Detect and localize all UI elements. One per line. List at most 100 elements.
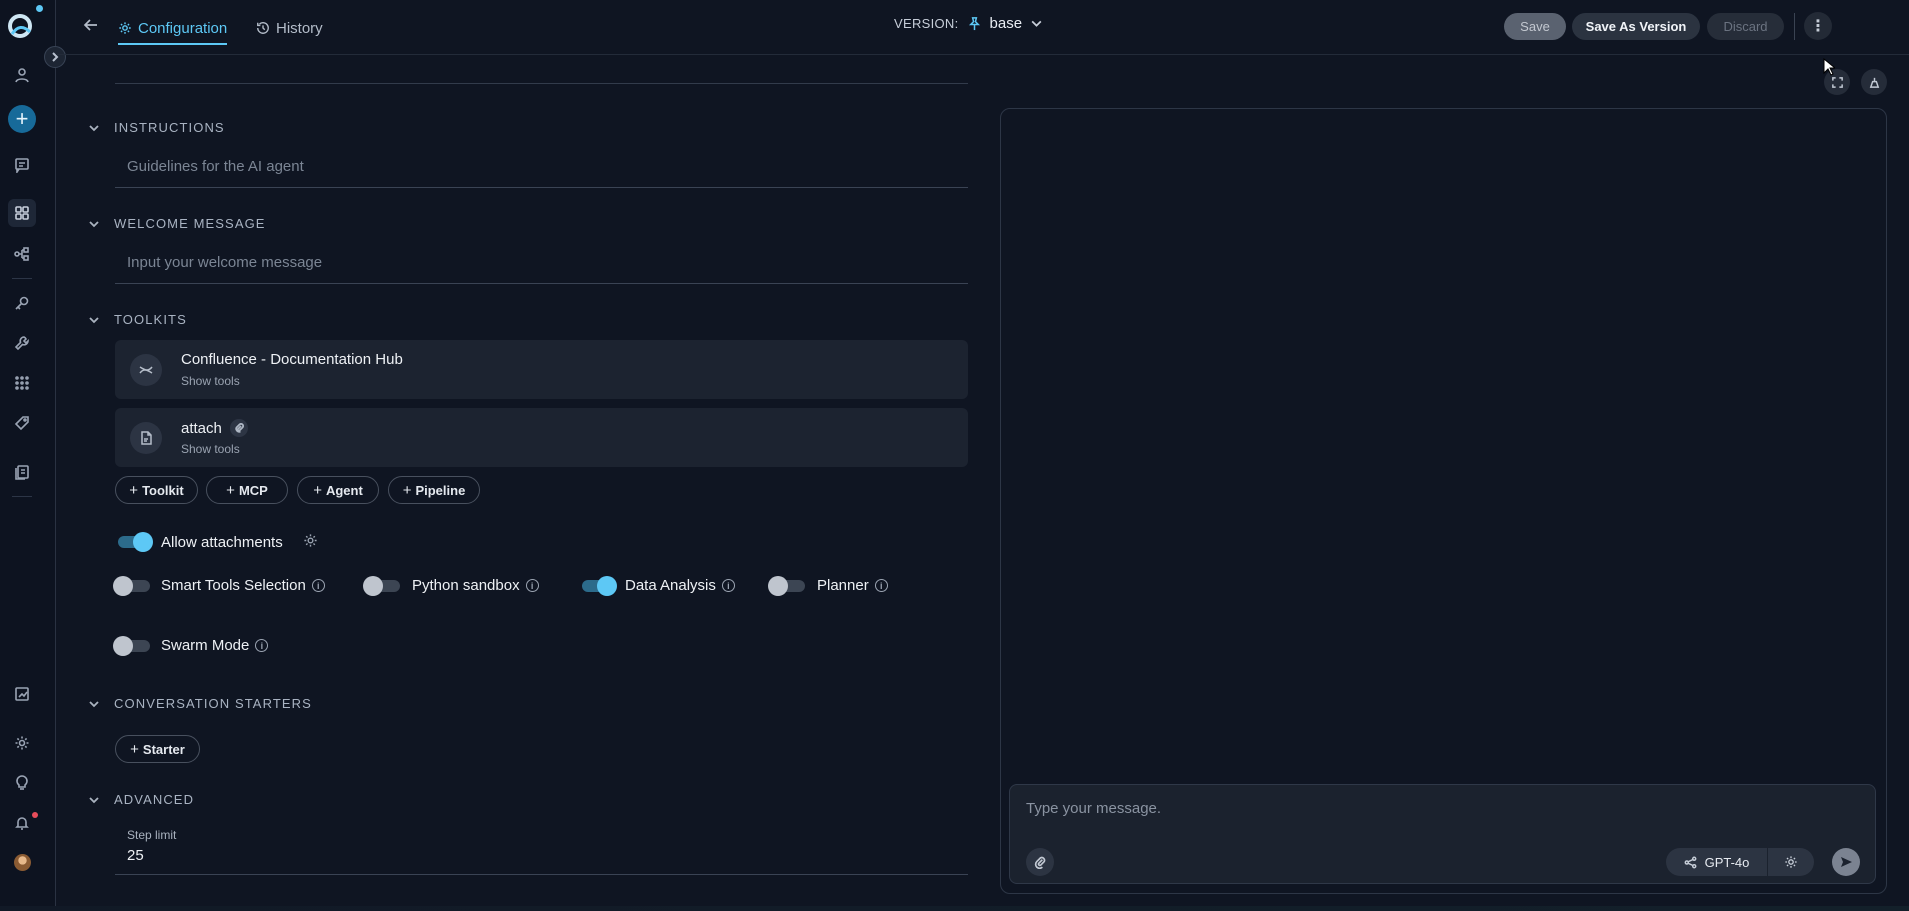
chevron-down-icon: [1031, 20, 1042, 27]
history-icon: [257, 22, 269, 34]
version-selector[interactable]: VERSION: base: [894, 15, 1043, 32]
toolkit-card[interactable]: Confluence - Documentation Hub Show tool…: [115, 340, 968, 399]
reports-icon[interactable]: [10, 682, 34, 706]
plus-icon: +: [402, 481, 412, 499]
toggle-label: Python sandbox: [412, 577, 520, 594]
send-icon: [1841, 857, 1852, 867]
python-sandbox-toggle[interactable]: [363, 576, 400, 596]
python-sandbox-row: Python sandbox i: [412, 577, 539, 594]
add-pipeline-button[interactable]: + Pipeline: [388, 476, 480, 504]
save-button[interactable]: Save: [1504, 13, 1566, 40]
allow-attachments-row: Allow attachments: [161, 533, 318, 552]
button-label: Toolkit: [142, 482, 184, 498]
chat-input-box[interactable]: Type your message. GPT-4o: [1009, 784, 1876, 884]
gear-icon[interactable]: [303, 533, 318, 552]
advanced-header[interactable]: ADVANCED: [88, 792, 194, 807]
clear-chat-icon[interactable]: [1861, 69, 1887, 95]
save-as-version-button[interactable]: Save As Version: [1572, 13, 1700, 40]
user-icon[interactable]: [10, 63, 34, 87]
instructions-input[interactable]: Guidelines for the AI agent: [115, 146, 968, 188]
instructions-header[interactable]: INSTRUCTIONS: [88, 120, 225, 135]
add-toolkit-button[interactable]: + Toolkit: [115, 476, 198, 504]
send-button[interactable]: [1832, 848, 1860, 876]
left-nav-rail: +: [0, 0, 56, 911]
tab-label: Configuration: [138, 19, 228, 37]
welcome-placeholder: Input your welcome message: [127, 254, 323, 271]
toggle-label: Allow attachments: [161, 534, 283, 551]
toolkits-header[interactable]: TOOLKITS: [88, 312, 187, 327]
gear-icon: [119, 22, 131, 34]
allow-attachments-toggle[interactable]: [115, 532, 153, 552]
info-icon[interactable]: i: [255, 639, 269, 652]
info-icon[interactable]: i: [311, 579, 325, 592]
pin-icon: [968, 17, 980, 31]
apps-icon[interactable]: [10, 371, 34, 395]
plus-icon: +: [313, 481, 322, 499]
share-icon: [1684, 856, 1697, 868]
info-icon[interactable]: i: [874, 579, 888, 592]
section-title: WELCOME MESSAGE: [114, 216, 266, 231]
attach-file-button[interactable]: [1026, 848, 1054, 876]
add-agent-button[interactable]: + Agent: [297, 476, 379, 504]
toolbar-divider: [1794, 13, 1795, 40]
button-label: Agent: [325, 482, 363, 498]
button-label: MCP: [238, 482, 268, 498]
step-limit-input[interactable]: 25: [127, 847, 144, 864]
info-icon[interactable]: i: [721, 579, 735, 592]
version-label: VERSION:: [894, 16, 959, 31]
bottom-strip: [0, 906, 1909, 911]
back-arrow-icon[interactable]: [82, 16, 100, 34]
file-icon: [130, 422, 162, 454]
agents-grid-icon[interactable]: [8, 199, 36, 227]
planner-row: Planner i: [817, 577, 888, 594]
planner-toggle[interactable]: [768, 576, 805, 596]
toggle-label: Data Analysis: [625, 577, 716, 594]
conversation-starters-header[interactable]: CONVERSATION STARTERS: [88, 696, 312, 711]
welcome-message-input[interactable]: Input your welcome message: [115, 242, 968, 284]
tab-configuration[interactable]: Configuration: [118, 13, 228, 45]
gear-icon: [1785, 856, 1797, 868]
chevron-down-icon: [89, 316, 99, 323]
button-label: Starter: [142, 741, 185, 757]
app-logo[interactable]: [6, 12, 36, 40]
plus-icon: +: [226, 481, 235, 499]
show-tools-link[interactable]: Show tools: [181, 374, 240, 388]
info-icon[interactable]: i: [525, 579, 539, 592]
discard-button[interactable]: Discard: [1707, 13, 1784, 40]
mouse-cursor: [1823, 57, 1837, 76]
bell-icon[interactable]: [10, 811, 38, 835]
wrench-icon[interactable]: [10, 331, 34, 355]
model-button[interactable]: GPT-4o: [1666, 848, 1767, 876]
chat-panel: [1000, 108, 1887, 894]
tab-label: History: [276, 19, 323, 37]
toolkit-card[interactable]: attach Show tools: [115, 408, 968, 467]
create-new-button[interactable]: +: [8, 105, 36, 133]
add-mcp-button[interactable]: + MCP: [206, 476, 288, 504]
step-limit-underline: [115, 874, 968, 875]
data-analysis-toggle[interactable]: [579, 576, 617, 596]
section-title: INSTRUCTIONS: [114, 120, 225, 135]
documents-icon[interactable]: [10, 460, 34, 484]
more-options-icon[interactable]: ⋮: [1804, 12, 1832, 40]
pipelines-icon[interactable]: [10, 242, 34, 266]
model-settings-button[interactable]: [1768, 848, 1814, 876]
toggle-label: Swarm Mode: [161, 637, 250, 654]
settings-icon[interactable]: [10, 731, 34, 755]
lightbulb-icon[interactable]: [10, 771, 34, 795]
tag-icon[interactable]: [10, 411, 34, 435]
chevron-down-icon: [89, 700, 99, 707]
key-icon[interactable]: [10, 291, 34, 315]
rail-divider: [12, 496, 32, 497]
step-limit-label: Step limit: [127, 828, 177, 842]
swarm-mode-toggle[interactable]: [113, 636, 150, 656]
plus-icon: +: [129, 481, 139, 499]
chat-icon[interactable]: [10, 153, 34, 177]
show-tools-link[interactable]: Show tools: [181, 442, 240, 456]
smart-tools-toggle[interactable]: [113, 576, 150, 596]
chat-input[interactable]: Type your message.: [1026, 800, 1161, 817]
welcome-message-header[interactable]: WELCOME MESSAGE: [88, 216, 266, 231]
swarm-mode-row: Swarm Mode i: [161, 637, 269, 654]
tab-history[interactable]: History: [256, 13, 323, 43]
avatar[interactable]: [14, 854, 31, 871]
add-starter-button[interactable]: + Starter: [115, 735, 200, 763]
